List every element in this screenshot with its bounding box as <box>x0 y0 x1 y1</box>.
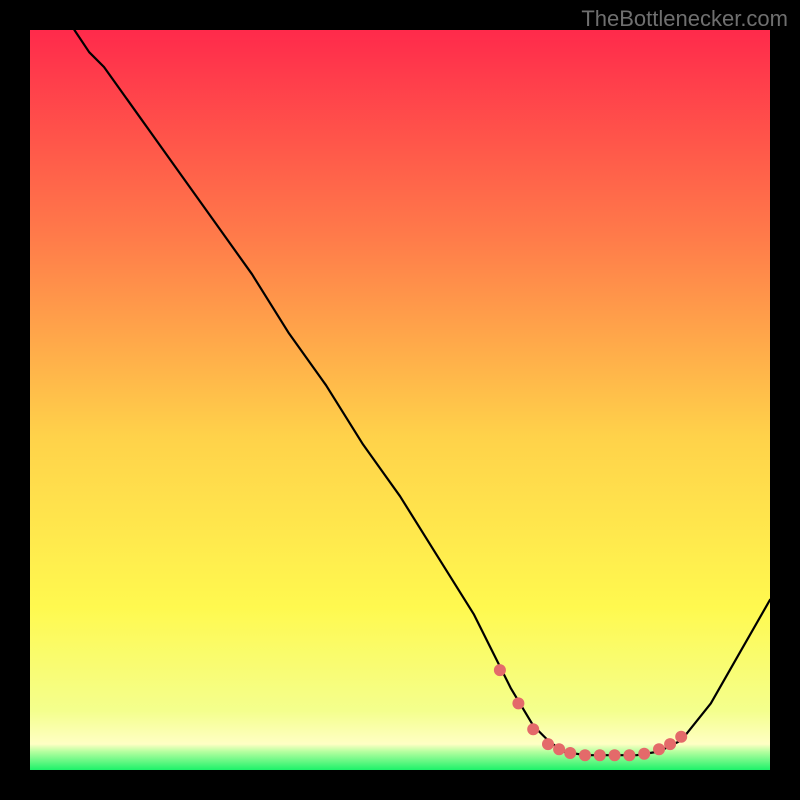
optimal-marker <box>638 748 650 760</box>
plot-area <box>30 30 770 770</box>
gradient-background <box>30 30 770 770</box>
optimal-marker <box>553 743 565 755</box>
optimal-marker <box>542 738 554 750</box>
optimal-marker <box>594 749 606 761</box>
optimal-marker <box>494 664 506 676</box>
attribution-label: TheBottlenecker.com <box>581 6 788 32</box>
optimal-marker <box>579 749 591 761</box>
chart-frame: TheBottlenecker.com <box>0 0 800 800</box>
optimal-marker <box>609 749 621 761</box>
optimal-marker <box>664 738 676 750</box>
optimal-marker <box>512 697 524 709</box>
optimal-marker <box>623 749 635 761</box>
optimal-marker <box>564 747 576 759</box>
optimal-marker <box>675 731 687 743</box>
optimal-marker <box>527 723 539 735</box>
optimal-marker <box>653 743 665 755</box>
bottleneck-chart <box>30 30 770 770</box>
